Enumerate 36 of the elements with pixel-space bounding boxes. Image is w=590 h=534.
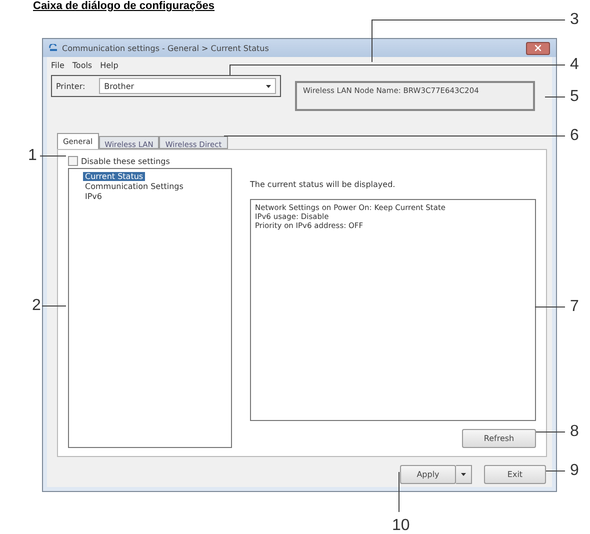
menu-item[interactable]: File: [51, 60, 64, 70]
menu-item[interactable]: Help: [100, 60, 118, 70]
caret-icon: [266, 84, 271, 88]
callout-number: 7: [570, 299, 579, 315]
callout-number: 3: [570, 12, 579, 28]
menu-item[interactable]: Tools: [72, 60, 92, 70]
description-text: The current status will be displayed.: [250, 180, 396, 189]
leader-line: [534, 306, 566, 308]
printer-label: Printer:: [56, 82, 86, 90]
window-title: Communication settings - General > Current Status: [62, 44, 270, 52]
callout-number: 8: [570, 424, 579, 440]
callout-number: 10: [392, 518, 410, 534]
apply-dropdown-button[interactable]: [456, 465, 472, 484]
callout-number: 1: [28, 148, 37, 164]
leader-line: [544, 96, 566, 98]
leader-line: [398, 472, 400, 512]
callout-number: 5: [570, 89, 579, 105]
leader-line: [546, 470, 566, 472]
callout-number: 9: [570, 463, 579, 479]
tree-item[interactable]: Communication Settings: [83, 182, 186, 191]
caret-icon: [461, 473, 466, 476]
callout-number: 2: [32, 298, 41, 314]
page-heading: Caixa de diálogo de configurações: [32, 0, 216, 12]
refresh-button[interactable]: Refresh: [462, 429, 536, 448]
callout-number: 4: [570, 57, 579, 73]
tree-item[interactable]: Current Status: [83, 172, 146, 181]
app-icon: [49, 44, 58, 52]
callout-number: 6: [570, 128, 579, 144]
tree-item[interactable]: IPv6: [83, 192, 104, 201]
exit-button[interactable]: Exit: [484, 465, 546, 484]
checkbox[interactable]: [68, 156, 78, 166]
checkbox-label: Disable these settings: [81, 156, 170, 166]
apply-button[interactable]: Apply: [400, 465, 456, 484]
printer-dropdown[interactable]: Brother: [99, 78, 276, 94]
close-button[interactable]: [526, 42, 550, 54]
close-icon: [535, 45, 541, 51]
